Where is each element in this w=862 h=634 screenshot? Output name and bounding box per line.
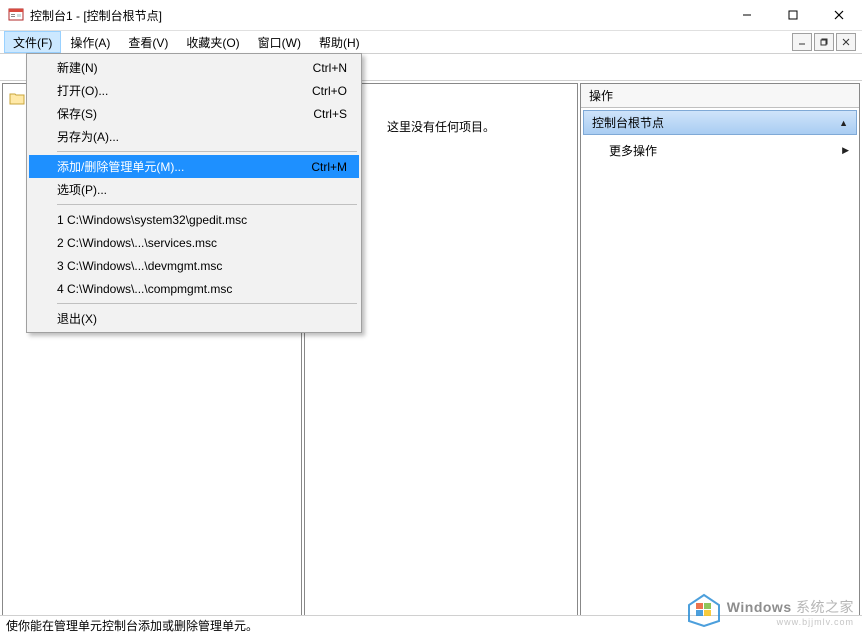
dd-label: 2 C:\Windows\...\services.msc [57, 236, 347, 250]
mdi-close-button[interactable] [836, 33, 856, 51]
dd-shortcut: Ctrl+O [312, 84, 347, 98]
chevron-right-icon: ▶ [842, 145, 849, 156]
menu-item-save-as[interactable]: 另存为(A)... [29, 125, 359, 148]
watermark-main2: 系统之家 [792, 599, 854, 615]
dd-label: 选项(P)... [57, 181, 347, 198]
menu-item-add-remove-snapin[interactable]: 添加/删除管理单元(M)... Ctrl+M [29, 155, 359, 178]
menu-action[interactable]: 操作(A) [61, 31, 119, 53]
watermark-text: Windows 系统之家 www.bjjmlv.com [727, 597, 854, 627]
dd-label: 添加/删除管理单元(M)... [57, 158, 311, 175]
menu-view[interactable]: 查看(V) [119, 31, 177, 53]
dd-label: 退出(X) [57, 310, 347, 327]
dd-shortcut: Ctrl+S [313, 107, 347, 121]
maximize-button[interactable] [770, 0, 816, 30]
dd-label: 1 C:\Windows\system32\gpedit.msc [57, 213, 347, 227]
menu-item-new[interactable]: 新建(N) Ctrl+N [29, 56, 359, 79]
menu-label: 收藏夹(O) [186, 34, 239, 51]
dd-shortcut: Ctrl+M [311, 160, 347, 174]
file-menu-dropdown: 新建(N) Ctrl+N 打开(O)... Ctrl+O 保存(S) Ctrl+… [26, 53, 362, 333]
menu-item-recent-3[interactable]: 3 C:\Windows\...\devmgmt.msc [29, 254, 359, 277]
dd-label: 新建(N) [57, 59, 313, 76]
menu-item-save[interactable]: 保存(S) Ctrl+S [29, 102, 359, 125]
dd-label: 打开(O)... [57, 82, 312, 99]
menu-item-options[interactable]: 选项(P)... [29, 178, 359, 201]
menu-label: 查看(V) [128, 34, 168, 51]
menu-bar: 文件(F) 操作(A) 查看(V) 收藏夹(O) 窗口(W) 帮助(H) [0, 31, 862, 53]
menu-label: 帮助(H) [319, 34, 360, 51]
mdi-controls [792, 33, 856, 51]
actions-section-title[interactable]: 控制台根节点 ▲ [583, 110, 857, 135]
empty-message: 这里没有任何项目。 [387, 118, 495, 616]
menu-item-exit[interactable]: 退出(X) [29, 307, 359, 330]
dd-label: 4 C:\Windows\...\compmgmt.msc [57, 282, 347, 296]
menu-label: 文件(F) [13, 34, 52, 51]
close-button[interactable] [816, 0, 862, 30]
menu-item-recent-1[interactable]: 1 C:\Windows\system32\gpedit.msc [29, 208, 359, 231]
collapse-icon: ▲ [839, 118, 848, 128]
actions-panel: 操作 控制台根节点 ▲ 更多操作 ▶ [580, 83, 860, 617]
mdi-minimize-button[interactable] [792, 33, 812, 51]
watermark-main1: Windows [727, 599, 792, 615]
actions-header: 操作 [581, 84, 859, 108]
app-icon [8, 7, 24, 23]
mdi-restore-button[interactable] [814, 33, 834, 51]
dd-label: 3 C:\Windows\...\devmgmt.msc [57, 259, 347, 273]
menu-label: 操作(A) [70, 34, 110, 51]
watermark: Windows 系统之家 www.bjjmlv.com [687, 593, 854, 630]
dd-shortcut: Ctrl+N [313, 61, 347, 75]
menu-file[interactable]: 文件(F) [4, 31, 61, 53]
menu-help[interactable]: 帮助(H) [310, 31, 369, 53]
menu-item-recent-2[interactable]: 2 C:\Windows\...\services.msc [29, 231, 359, 254]
title-bar: 控制台1 - [控制台根节点] [0, 0, 862, 31]
folder-icon [9, 92, 25, 105]
actions-more-item[interactable]: 更多操作 ▶ [581, 137, 859, 164]
actions-section-label: 控制台根节点 [592, 114, 664, 131]
dd-label: 保存(S) [57, 105, 313, 122]
dd-label: 另存为(A)... [57, 128, 347, 145]
menu-item-recent-4[interactable]: 4 C:\Windows\...\compmgmt.msc [29, 277, 359, 300]
minimize-button[interactable] [724, 0, 770, 30]
actions-more-label: 更多操作 [609, 142, 657, 159]
menu-window[interactable]: 窗口(W) [249, 31, 310, 53]
menu-separator [57, 151, 357, 152]
menu-separator [57, 303, 357, 304]
menu-label: 窗口(W) [258, 34, 301, 51]
menu-separator [57, 204, 357, 205]
status-text: 使你能在管理单元控制台添加或删除管理单元。 [6, 617, 258, 634]
window-title: 控制台1 - [控制台根节点] [30, 7, 724, 24]
menu-item-open[interactable]: 打开(O)... Ctrl+O [29, 79, 359, 102]
menu-favorites[interactable]: 收藏夹(O) [177, 31, 248, 53]
windows-logo-icon [687, 593, 721, 630]
watermark-sub: www.bjjmlv.com [727, 617, 854, 627]
